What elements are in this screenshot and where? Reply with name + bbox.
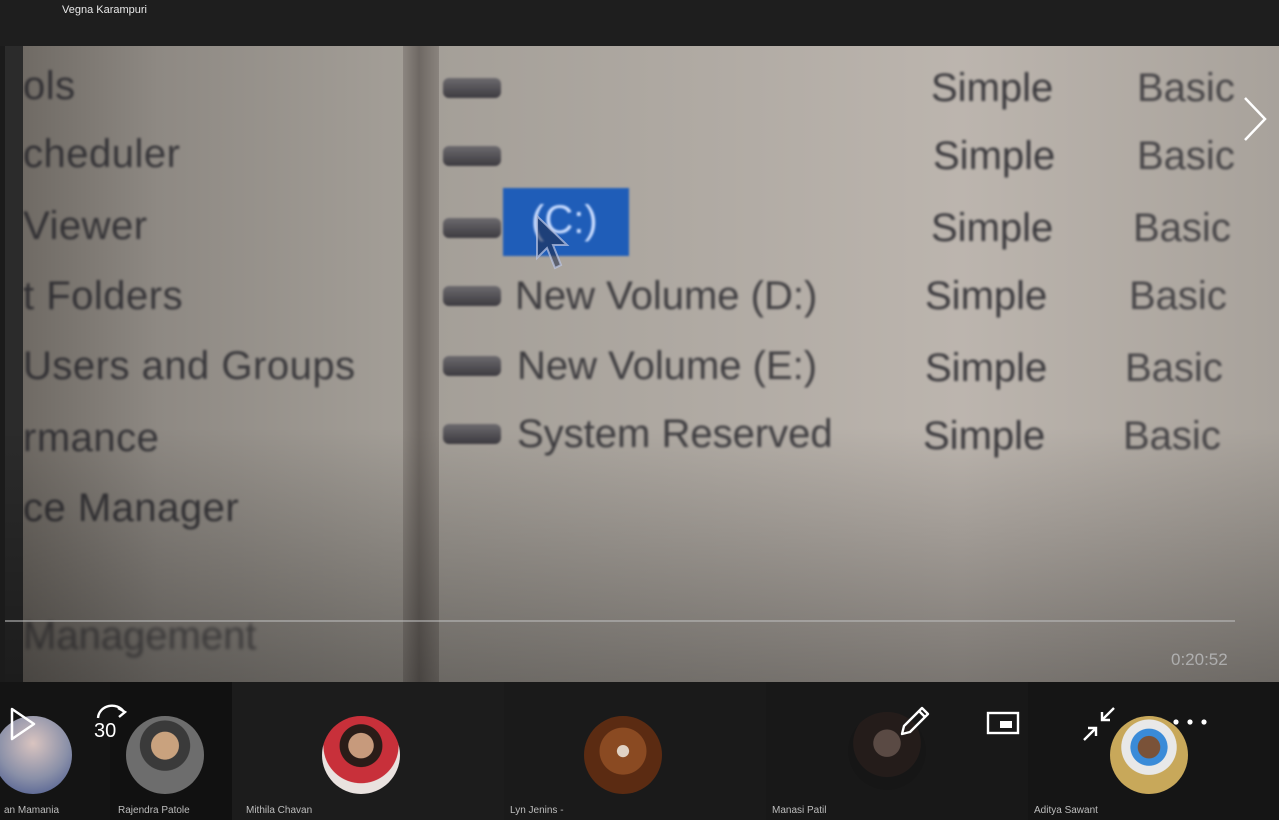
drive-icon <box>443 286 501 306</box>
pencil-icon[interactable] <box>894 702 934 742</box>
drive-icon <box>443 356 501 376</box>
participant-name: an Mamania <box>4 805 60 816</box>
drive-icon <box>443 424 501 444</box>
panel-divider <box>403 46 439 682</box>
volume-layout: Simple <box>931 206 1054 250</box>
drive-icon <box>443 218 501 238</box>
skip-forward-30-button[interactable]: 30 <box>92 702 132 744</box>
participant-tile[interactable]: Mithila Chavan <box>232 682 504 820</box>
avatar <box>584 716 662 794</box>
volume-name: New Volume (E:) <box>517 344 818 388</box>
volume-type: Basic <box>1123 414 1221 458</box>
more-options-icon[interactable] <box>1170 716 1210 728</box>
volume-name: New Volume (D:) <box>515 274 818 318</box>
avatar <box>322 716 400 794</box>
collapse-icon[interactable] <box>1078 704 1120 744</box>
shared-video[interactable]: ols cheduler Viewer t Folders Users and … <box>5 46 1279 682</box>
volume-layout: Simple <box>933 134 1056 178</box>
volume-type: Basic <box>1125 346 1223 390</box>
elapsed-time: 0:20:52 <box>1171 650 1228 669</box>
participant-name: Mithila Chavan <box>246 805 313 816</box>
presenter-name: Vegna Karampuri <box>62 4 147 16</box>
tree-item: ce Manager <box>23 486 240 530</box>
participant-name: Aditya Sawant <box>1034 805 1098 816</box>
participant-name: Rajendra Patole <box>118 805 190 816</box>
tree-item: ols <box>23 64 76 108</box>
volume-type: Basic <box>1129 274 1227 318</box>
tree-item: rmance <box>23 416 160 460</box>
next-slide-chevron-icon[interactable] <box>1237 94 1271 144</box>
play-icon[interactable] <box>8 706 38 742</box>
drive-icon <box>443 146 501 166</box>
tree-item: t Folders <box>23 274 184 318</box>
volume-type: Basic <box>1133 206 1231 250</box>
mouse-cursor-icon <box>536 214 570 270</box>
volume-layout: Simple <box>925 274 1048 318</box>
drive-icon <box>443 78 501 98</box>
picture-in-picture-icon[interactable] <box>986 710 1022 736</box>
skip-seconds-label: 30 <box>94 720 117 742</box>
video-progress-bar[interactable] <box>5 620 1235 622</box>
skip-forward-30-icon <box>96 704 128 719</box>
avatar <box>126 716 204 794</box>
volume-layout: Simple <box>931 66 1054 110</box>
volume-layout: Simple <box>923 414 1046 458</box>
participant-strip: an Mamania Rajendra Patole Mithila Chava… <box>0 682 1279 820</box>
participant-name: Lyn Jenins - <box>510 805 564 816</box>
volume-name: System Reserved <box>517 412 833 456</box>
top-bar: Vegna Karampuri <box>0 0 1279 46</box>
volume-layout: Simple <box>925 346 1048 390</box>
video-left-edge <box>5 46 23 682</box>
participant-tile[interactable]: Lyn Jenins - <box>504 682 766 820</box>
participant-tile[interactable]: Aditya Sawant <box>1028 682 1279 820</box>
tree-item: cheduler <box>23 132 181 176</box>
participant-name: Manasi Patil <box>772 805 827 816</box>
tree-item: Viewer <box>23 204 148 248</box>
volume-type: Basic <box>1137 134 1235 178</box>
tree-item: Users and Groups <box>23 344 356 388</box>
volume-type: Basic <box>1137 66 1235 110</box>
